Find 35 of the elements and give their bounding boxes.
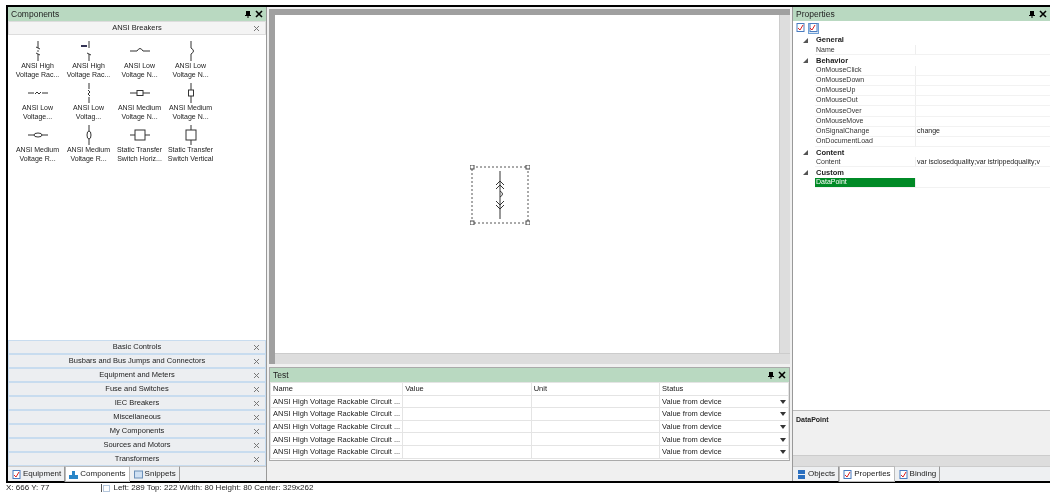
expander-icon[interactable] [803,149,808,155]
tab-icon [898,469,908,479]
panel-tab[interactable]: Binding [894,466,941,482]
expander-icon[interactable] [803,57,808,63]
selection-icon [101,484,111,492]
tab-icon [797,469,806,479]
horizontal-scrollbar[interactable] [275,353,790,364]
panel-tab[interactable]: Properties [839,466,895,482]
breaker-symbol-drawing[interactable] [470,165,530,225]
pin-icon[interactable] [1028,10,1036,18]
caret-icon[interactable] [780,450,786,455]
close-icon[interactable] [255,10,263,18]
close-icon[interactable] [1039,10,1047,18]
tab-icon [133,469,143,479]
caret-icon[interactable] [780,437,786,442]
vertical-scrollbar[interactable] [779,15,790,353]
panel-tab[interactable]: Snippets [129,466,180,482]
cursor-position: X: 666 Y: 77 [6,483,50,493]
panel-title: Components [11,7,61,21]
tab-icon [69,469,79,479]
caret-icon[interactable] [780,424,786,429]
caret-icon[interactable] [780,399,786,404]
tab-icon [12,469,21,479]
selection-info: Left: 289 Top: 222 Width: 80 Height: 80 Center: 329x262 [113,483,314,493]
pin-icon[interactable] [767,371,775,379]
panel-title: Properties [796,7,836,21]
tab-icon [843,469,853,479]
expander-icon[interactable] [803,37,808,43]
horizontal-scrollbar[interactable] [793,455,1050,466]
caret-icon[interactable] [780,412,786,417]
panel-tab[interactable]: Components [65,466,130,482]
pin-icon[interactable] [244,10,252,18]
close-icon[interactable] [778,371,786,379]
expander-icon[interactable] [803,170,808,176]
panel-title: Test [273,368,290,382]
